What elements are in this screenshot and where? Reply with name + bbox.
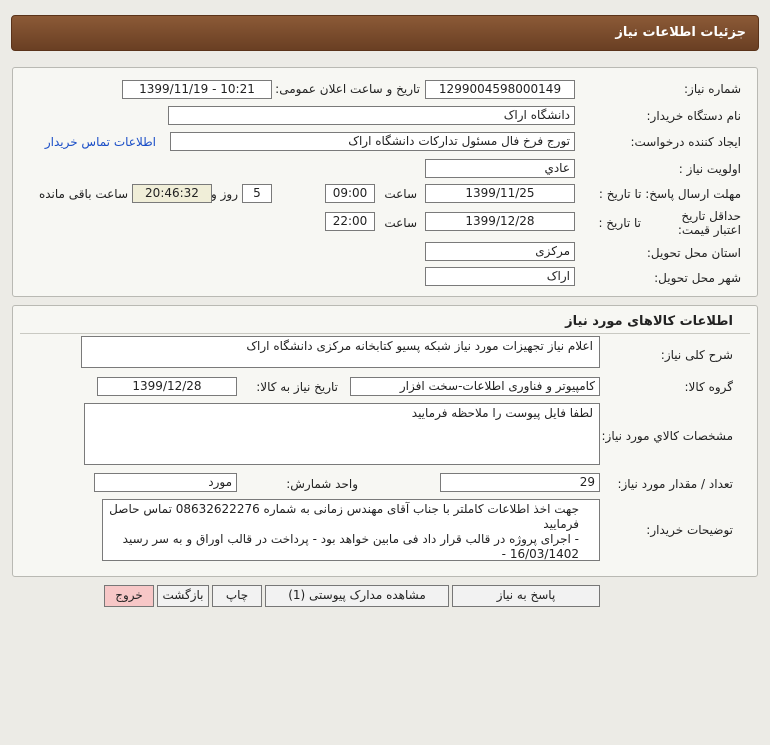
notes-field: جهت اخذ اطلاعات کاملتر با جناب آقای مهند… (102, 499, 600, 561)
back-button[interactable]: بازگشت (157, 585, 209, 607)
view-attachments-button[interactable]: مشاهده مدارک پیوستی (1) (265, 585, 449, 607)
announce-label: تاریخ و ساعت اعلان عمومی: (275, 82, 420, 96)
notes-label: توضیحات خریدار: (646, 523, 733, 537)
unit-label: واحد شمارش: (286, 477, 358, 491)
province-label: استان محل تحویل: (646, 246, 741, 260)
notes-line-2: - اجرای پروژه در قالب قرار داد فی مابین … (122, 532, 579, 561)
goods-section-title: اطلاعات کالاهای مورد نیاز (565, 314, 733, 329)
page-title: جزئیات اطلاعات نیاز (615, 25, 746, 40)
need-number-label: شماره نیاز: (684, 82, 741, 96)
remaining-label: ساعت باقی مانده (38, 187, 128, 201)
print-button[interactable]: چاپ (212, 585, 262, 607)
city-field: اراک (425, 267, 575, 286)
group-field: کامپیوتر و فناوری اطلاعات-سخت افزار (350, 377, 600, 396)
creator-field: تورج فرخ فال مسئول تدارکات دانشگاه اراک (170, 132, 575, 151)
unit-field: مورد (94, 473, 237, 492)
need-date-label: تاریخ نیاز به کالا: (256, 380, 338, 394)
summary-field: اعلام نیاز تجهیزات مورد نیاز شبکه پسیو ک… (81, 336, 600, 368)
specs-field: لطفا فایل پیوست را ملاحظه فرمایید (84, 403, 600, 465)
validity-date-field: 1399/12/28 (425, 212, 575, 231)
province-field: مرکزی (425, 242, 575, 261)
creator-label: ایجاد کننده درخواست: (630, 135, 741, 149)
announce-field: 1399/11/19 - 10:21 (122, 80, 272, 99)
deadline-label: مهلت ارسال پاسخ: تا تاریخ : (598, 187, 741, 201)
need-details-panel (12, 67, 758, 297)
page-title-bar: جزئیات اطلاعات نیاز (11, 15, 759, 51)
priority-field: عادي (425, 159, 575, 178)
notes-line-1: جهت اخذ اطلاعات کاملتر با جناب آقای مهند… (109, 502, 579, 531)
days-label: روز و (211, 187, 238, 201)
deadline-date-field: 1399/11/25 (425, 184, 575, 203)
buyer-field: دانشگاه اراک (168, 106, 575, 125)
buyer-label: نام دستگاه خریدار: (646, 109, 742, 123)
remaining-time-field: 20:46:32 (132, 184, 212, 203)
deadline-time-field: 09:00 (325, 184, 375, 203)
validity-time-field: 22:00 (325, 212, 375, 231)
validity-to-label: تا تاریخ : (598, 216, 641, 230)
need-date-field: 1399/12/28 (97, 377, 237, 396)
city-label: شهر محل تحویل: (654, 271, 741, 285)
days-field: 5 (242, 184, 272, 203)
goods-divider (20, 333, 750, 334)
deadline-time-label: ساعت (384, 187, 417, 201)
reply-button[interactable]: پاسخ به نیاز (452, 585, 600, 607)
priority-label: اولویت نیاز : (678, 162, 741, 176)
validity-label: حداقل تاریخ اعتبار قیمت: (677, 209, 741, 237)
summary-label: شرح کلی نیاز: (660, 348, 733, 362)
qty-field: 29 (440, 473, 600, 492)
validity-time-label: ساعت (384, 216, 417, 230)
specs-label: مشخصات کالاي مورد نیاز: (601, 429, 733, 443)
need-number-field: 1299004598000149 (425, 80, 575, 99)
exit-button[interactable]: خروج (104, 585, 154, 607)
group-label: گروه کالا: (684, 380, 734, 394)
qty-label: تعداد / مقدار مورد نیاز: (617, 477, 733, 491)
buyer-contact-link[interactable]: اطلاعات تماس خریدار (45, 135, 156, 149)
